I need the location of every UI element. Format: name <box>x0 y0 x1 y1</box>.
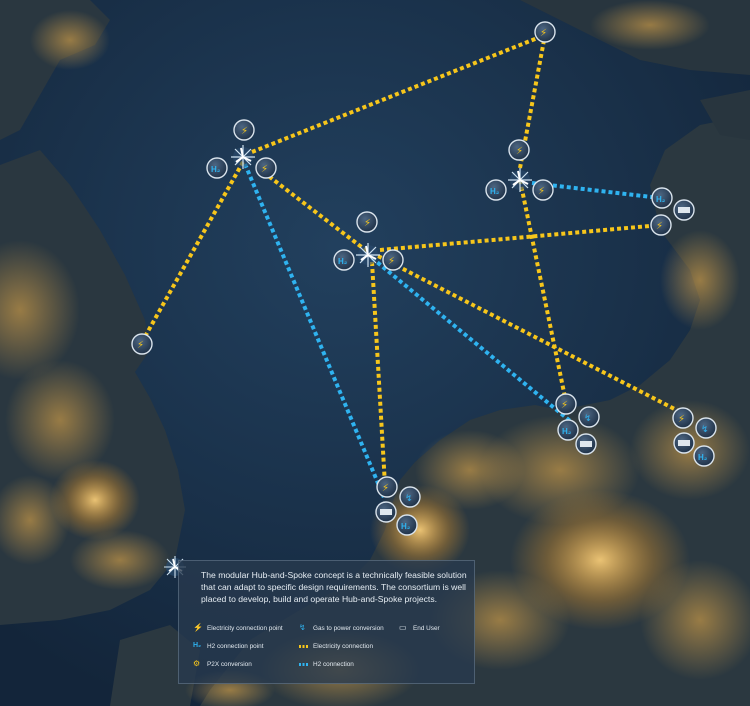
svg-text:⚡: ⚡ <box>540 28 547 39</box>
gas-to-power-icon: ↯ <box>299 623 306 632</box>
svg-text:⚡: ⚡ <box>678 414 685 425</box>
h2-connection-point-icon: H₂ <box>193 642 202 649</box>
svg-text:H₂: H₂ <box>211 165 221 174</box>
electricity-connection-point-icon: ⚡ <box>193 623 203 632</box>
svg-text:⚡: ⚡ <box>241 126 248 137</box>
svg-text:⚡: ⚡ <box>561 400 568 411</box>
p2x-conversion-icon: ⚙ <box>193 659 201 668</box>
svg-text:⚡: ⚡ <box>261 164 268 175</box>
svg-text:⚡: ⚡ <box>364 218 371 229</box>
landing-uk[interactable]: ⚡ <box>131 333 153 355</box>
svg-text:⚡: ⚡ <box>656 221 663 232</box>
landing-norway[interactable]: ⚡ <box>534 21 556 43</box>
svg-text:⚡: ⚡ <box>382 483 389 494</box>
svg-text:⚡: ⚡ <box>388 256 395 267</box>
svg-text:H₂: H₂ <box>338 257 348 266</box>
h2-connection-line-icon <box>299 663 309 666</box>
svg-text:↯: ↯ <box>584 414 592 424</box>
svg-text:⚡: ⚡ <box>137 340 144 351</box>
svg-text:⚡: ⚡ <box>516 146 523 157</box>
svg-text:H₂: H₂ <box>562 427 572 436</box>
svg-text:⚡: ⚡ <box>538 186 545 197</box>
electricity-connection-line-icon <box>299 645 309 648</box>
svg-text:↯: ↯ <box>701 425 709 435</box>
svg-text:H₂: H₂ <box>490 187 500 196</box>
svg-text:↯: ↯ <box>405 494 413 504</box>
legend-description: The modular Hub-and-Spoke concept is a t… <box>201 570 467 604</box>
legend-panel: The modular Hub-and-Spoke concept is a t… <box>178 560 475 684</box>
svg-text:H₂: H₂ <box>401 522 411 531</box>
svg-text:H₂: H₂ <box>656 195 666 204</box>
end-user-icon: ▭ <box>399 623 407 632</box>
hub-and-spoke-map: ⚡ H₂ ⚡ ⚡ H₂ ⚡ ⚡ H₂ ⚡ ⚡ ⚡ H₂ ⚡ ⚡ ↯ H₂ ⚡ ↯… <box>0 0 750 706</box>
svg-text:H₂: H₂ <box>698 453 708 462</box>
